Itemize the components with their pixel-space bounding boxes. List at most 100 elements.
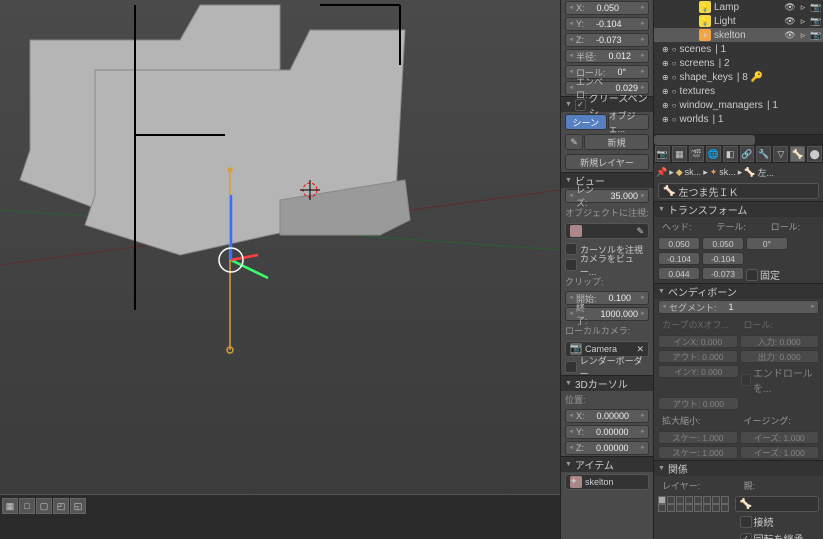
3d-viewport[interactable]: ▦ □ ▢ ◰ ◱ (0, 0, 560, 539)
tab-scene[interactable]: 🎬 (689, 146, 704, 162)
cursor-x[interactable]: X:0.00000 (565, 409, 649, 423)
tab-material[interactable]: ⬤ (807, 146, 822, 162)
localcam-lbl: ローカルカメラ: (561, 322, 653, 339)
connected-check[interactable] (740, 516, 752, 528)
inherit-rot-check[interactable] (740, 533, 752, 539)
tab-constraint[interactable]: 🔗 (740, 146, 755, 162)
head-z[interactable]: 0.044 (658, 267, 700, 280)
parent-field[interactable]: 🦴 (735, 496, 820, 512)
loc-z[interactable]: Z:-0.073 (565, 33, 649, 47)
gp-obj-btn[interactable]: オブジェ... (608, 114, 650, 130)
focus-obj-field[interactable]: ✎ (565, 223, 649, 239)
tab-world[interactable]: 🌐 (706, 146, 721, 162)
loc-x[interactable]: X:0.050 (565, 1, 649, 15)
loc-y[interactable]: Y:-0.104 (565, 17, 649, 31)
cursor-icon[interactable]: ▹ (797, 15, 809, 27)
outliner-category[interactable]: ⊕○window_managers| 1 (654, 98, 823, 112)
tab-object[interactable]: ◧ (723, 146, 738, 162)
tail-y[interactable]: -0.104 (702, 252, 744, 265)
in-x[interactable]: インX: 0.000 (658, 335, 738, 348)
cursor-icon[interactable]: ▹ (797, 1, 809, 13)
clip-end[interactable]: 終了:1000.000 (565, 307, 649, 321)
roll-lbl: ロール: (767, 218, 819, 235)
head-lbl: ヘッド: (658, 218, 710, 235)
in-roll[interactable]: 入力: 0.000 (740, 335, 820, 348)
lock-check[interactable] (746, 269, 758, 281)
head-y[interactable]: -0.104 (658, 252, 700, 265)
tab-render[interactable]: 📷 (655, 146, 670, 162)
viewport-content (0, 0, 560, 495)
transform-header[interactable]: トランスフォーム (654, 201, 823, 217)
props-tabs: 📷 ▦ 🎬 🌐 ◧ 🔗 🔧 ▽ 🦴 ⬤ (654, 145, 823, 163)
footer-icon-4[interactable]: ◰ (53, 498, 69, 514)
tail-x[interactable]: 0.050 (702, 237, 744, 250)
outliner-item[interactable]: 💡Lamp👁▹📷 (654, 0, 823, 14)
outliner-category[interactable]: ⊕○scenes| 1 (654, 42, 823, 56)
relations-header[interactable]: 関係 (654, 460, 823, 476)
outliner-category[interactable]: ⊕○textures (654, 84, 823, 98)
ease-out[interactable]: イーズ: 1.000 (740, 446, 820, 459)
gp-scene-btn[interactable]: シーン (565, 114, 607, 130)
pencil-icon[interactable]: ✎ (565, 134, 583, 150)
head-x[interactable]: 0.050 (658, 237, 700, 250)
pin-icon[interactable]: 📌 (656, 167, 667, 178)
cursor-z[interactable]: Z:0.00000 (565, 441, 649, 455)
layer-boxes-top[interactable] (658, 496, 733, 504)
segment-field[interactable]: セグメント:1 (658, 300, 819, 314)
scale-out[interactable]: スケー: 1.000 (658, 446, 738, 459)
outliner-category[interactable]: ⊕○screens| 2 (654, 56, 823, 70)
out-x[interactable]: アウト: 0.000 (658, 350, 738, 363)
out-roll[interactable]: 出力: 0.000 (740, 350, 820, 363)
out-y[interactable]: アウト: 0.000 (658, 397, 739, 410)
outliner[interactable]: 💡Lamp👁▹📷💡Light👁▹📷✦skelton👁▹📷 ⊕○scenes| 1… (654, 0, 823, 135)
footer-icon-5[interactable]: ◱ (70, 498, 86, 514)
tab-modifier[interactable]: 🔧 (756, 146, 771, 162)
footer-icon-2[interactable]: □ (19, 498, 35, 514)
eye-icon[interactable]: 👁 (784, 29, 796, 41)
eye-icon[interactable]: 👁 (784, 1, 796, 13)
outliner-item[interactable]: ✦skelton👁▹📷 (654, 28, 823, 42)
tail-z[interactable]: -0.073 (702, 267, 744, 280)
outliner-item[interactable]: 💡Light👁▹📷 (654, 14, 823, 28)
ease-in[interactable]: イーズ: 1.000 (740, 431, 820, 444)
gp-new-btn[interactable]: 新規 (584, 134, 649, 150)
scale-in[interactable]: スケー: 1.000 (658, 431, 738, 444)
bone-name-field[interactable]: 🦴左つま先ＩＫ (658, 183, 819, 199)
lock-lbl: 固定 (760, 267, 780, 282)
layer-boxes-bot[interactable] (658, 504, 733, 512)
lens[interactable]: レンズ:35.000 (565, 189, 649, 203)
outliner-category[interactable]: ⊕○shape_keys| 8 🔑 (654, 70, 823, 84)
envelope[interactable]: エンベロ:0.029 (565, 81, 649, 95)
tab-bone[interactable]: 🦴 (790, 146, 805, 162)
outliner-scroll[interactable] (654, 135, 823, 145)
roll-val[interactable]: 0° (746, 237, 788, 250)
item-name-field[interactable]: ✦skelton (565, 474, 649, 490)
outliner-category[interactable]: ⊕○worlds| 1 (654, 112, 823, 126)
tab-data[interactable]: ▽ (773, 146, 788, 162)
properties-panel: 💡Lamp👁▹📷💡Light👁▹📷✦skelton👁▹📷 ⊕○scenes| 1… (653, 0, 823, 539)
focus-obj-lbl: オブジェクトに注視: (561, 204, 653, 221)
endroll-check[interactable] (741, 374, 751, 386)
footer-icon-1[interactable]: ▦ (2, 498, 18, 514)
render-border-check[interactable] (565, 361, 577, 373)
pos-lbl: 位置: (561, 391, 653, 408)
cursor-icon[interactable]: ▹ (797, 29, 809, 41)
tab-layers[interactable]: ▦ (672, 146, 687, 162)
lock-cursor-check[interactable] (565, 243, 577, 255)
radius[interactable]: 半径:0.012 (565, 49, 649, 63)
item-header[interactable]: アイテム (561, 456, 653, 472)
eye-icon[interactable]: 👁 (784, 15, 796, 27)
n-panel: X:0.050 Y:-0.104 Z:-0.073 半径:0.012 ロール:0… (560, 0, 653, 539)
lock-camera-check[interactable] (565, 259, 577, 271)
render-icon[interactable]: 📷 (810, 15, 822, 27)
view-header[interactable]: ビュー (561, 172, 653, 188)
render-icon[interactable]: 📷 (810, 1, 822, 13)
gp-newlayer-btn[interactable]: 新規レイヤー (565, 154, 649, 170)
breadcrumb: 📌 ▸◆sk... ▸✦sk... ▸🦴左... (654, 163, 823, 181)
tail-lbl: テール: (712, 218, 764, 235)
footer-icon-3[interactable]: ▢ (36, 498, 52, 514)
bendy-header[interactable]: ベンディボーン (654, 283, 823, 299)
render-icon[interactable]: 📷 (810, 29, 822, 41)
cursor-y[interactable]: Y:0.00000 (565, 425, 649, 439)
in-y[interactable]: インY: 0.000 (658, 365, 739, 378)
